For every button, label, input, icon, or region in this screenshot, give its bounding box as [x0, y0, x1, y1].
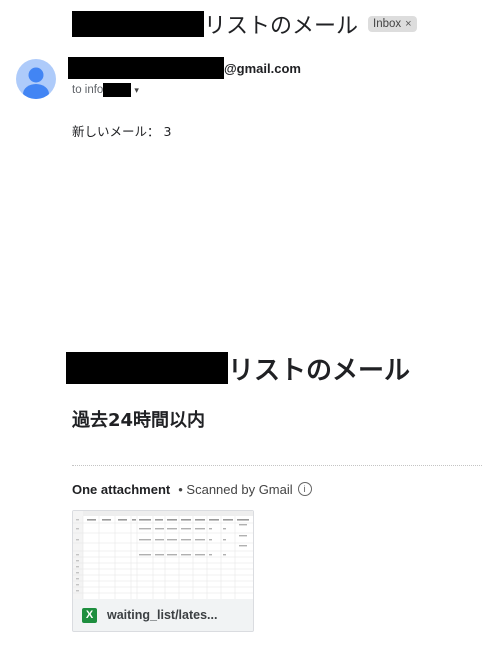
- redacted-block: [68, 57, 224, 79]
- message-heading-text: リストのメール: [228, 355, 411, 386]
- inbox-label-chip[interactable]: Inbox ×: [368, 16, 417, 32]
- attachment-footer: X waiting_list/lates...: [73, 599, 253, 631]
- excel-icon: X: [82, 607, 97, 623]
- redacted-block: [72, 11, 204, 37]
- redacted-block: [103, 83, 132, 97]
- info-icon[interactable]: i: [297, 482, 312, 496]
- inbox-label-text: Inbox: [373, 18, 402, 30]
- remove-label-icon[interactable]: ×: [405, 18, 411, 30]
- sender-email[interactable]: @gmail.com: [224, 61, 301, 76]
- attachment-filename[interactable]: waiting_list/lates...: [107, 608, 217, 622]
- attachments-header: One attachment • Scanned by Gmail i: [72, 479, 312, 499]
- attachment-divider: [72, 465, 482, 466]
- message-subheading: 過去24時間以内: [72, 410, 206, 431]
- to-label: to info: [72, 84, 104, 96]
- redacted-block: [66, 352, 228, 384]
- sender-avatar[interactable]: [16, 59, 56, 99]
- sender-line: @gmail.com: [68, 54, 301, 82]
- attachment-preview: [73, 511, 253, 599]
- message-body-line: 新しいメール： 3: [72, 124, 172, 139]
- show-details-icon[interactable]: ▾: [134, 85, 139, 96]
- recipient-line: to info ▾: [72, 81, 139, 99]
- email-subject: リストのメール Inbox ×: [72, 6, 417, 42]
- scanned-by-gmail: • Scanned by Gmail: [178, 481, 293, 497]
- attachment-card[interactable]: X waiting_list/lates...: [72, 510, 254, 632]
- message-heading: リストのメール: [66, 351, 411, 386]
- person-icon: [23, 67, 49, 99]
- attachments-title: One attachment: [72, 481, 171, 497]
- subject-text: リストのメール: [204, 14, 359, 39]
- spreadsheet-thumbnail: [73, 511, 253, 599]
